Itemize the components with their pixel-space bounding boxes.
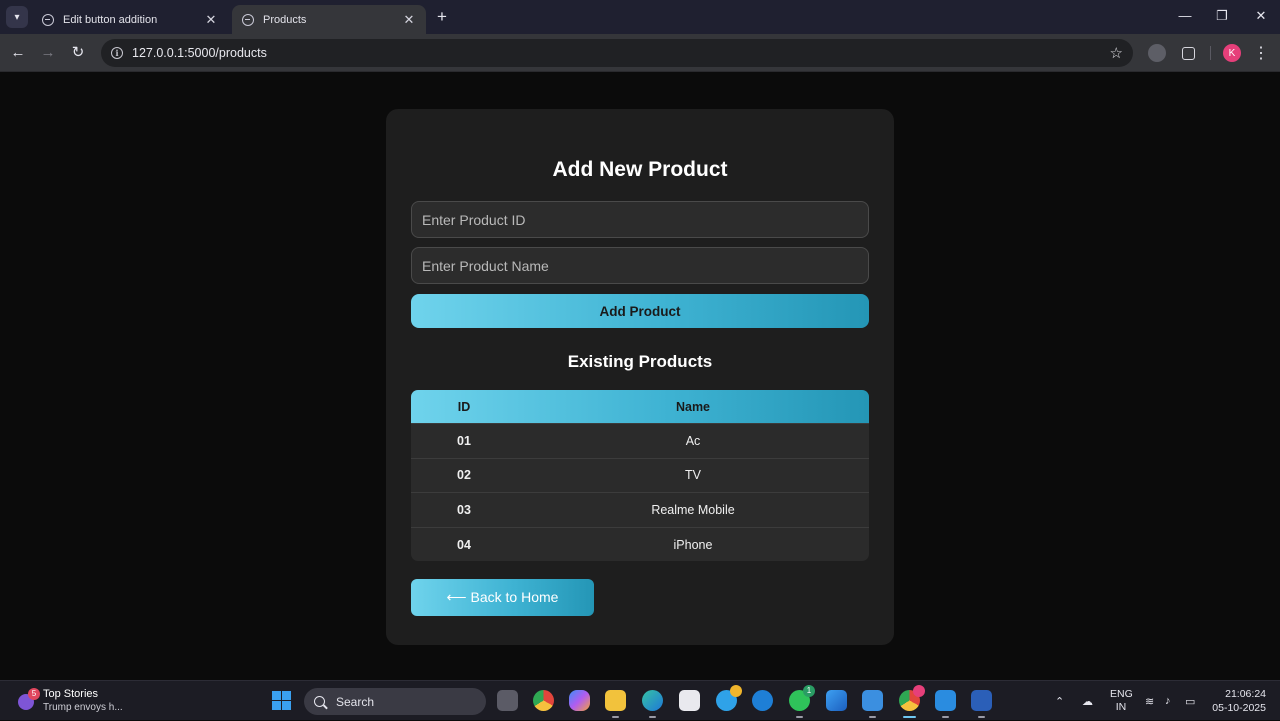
chrome-icon[interactable]: [533, 690, 554, 711]
cell-name: iPhone: [673, 537, 713, 552]
restore-button[interactable]: ❐: [1210, 6, 1234, 26]
close-tab-icon[interactable]: ✕: [402, 12, 416, 28]
product-card: Add New Product Add Product Existing Pro…: [386, 109, 894, 645]
cell-id: 02: [457, 468, 471, 483]
cell-id: 04: [457, 537, 471, 552]
windows-start-icon[interactable]: [272, 691, 291, 710]
cell-name: Realme Mobile: [651, 502, 735, 517]
whatsapp-badge: 1: [803, 685, 815, 697]
tab-title: Edit button addition: [63, 13, 158, 26]
browser-tab-strip: ▾ Edit button addition ✕ Products ✕ + — …: [0, 0, 1280, 34]
page-viewport: Add New Product Add Product Existing Pro…: [0, 72, 1280, 680]
site-info-icon[interactable]: i: [111, 47, 123, 59]
close-tab-icon[interactable]: ✕: [204, 12, 218, 28]
whatsapp-icon[interactable]: 1: [789, 685, 815, 718]
clock-date: 05-10-2025: [1212, 702, 1266, 714]
notepad-icon[interactable]: [862, 690, 883, 718]
taskbar: 5 Top Stories Trump envoys h... Search 1…: [0, 680, 1280, 720]
clock-time: 21:06:24: [1225, 688, 1266, 700]
tab-title: Products: [263, 13, 307, 26]
form-title: Add New Product: [552, 158, 728, 181]
cell-name: Ac: [685, 433, 701, 448]
cell-id: 03: [457, 502, 471, 517]
table-row: 03 Realme Mobile: [411, 492, 869, 527]
file-explorer-icon[interactable]: [605, 690, 626, 718]
vscode-icon[interactable]: [935, 690, 956, 718]
browser-toolbar: ← → ↻ i 127.0.0.1:5000/products ☆ K ⋮: [0, 34, 1280, 72]
news-title: Top Stories: [43, 688, 99, 700]
back-arrow-icon[interactable]: ←: [8, 43, 28, 63]
word-icon[interactable]: [971, 690, 992, 718]
onedrive-cloud-icon[interactable]: ☁: [1082, 681, 1093, 721]
volume-icon[interactable]: ♪: [1165, 681, 1171, 721]
wifi-icon[interactable]: ≋: [1145, 681, 1154, 721]
globe-icon: [242, 13, 254, 26]
help-icon[interactable]: [716, 685, 742, 711]
products-table: ID Name 01 Ac 02 TV 03 Realme Mobile 04 …: [411, 390, 869, 562]
table-row: 01 Ac: [411, 423, 869, 458]
region-code: IN: [1115, 701, 1127, 713]
hp-icon[interactable]: [752, 690, 773, 711]
show-hidden-icons-chevron[interactable]: ⌃: [1055, 681, 1064, 721]
bookmark-star-icon[interactable]: ☆: [1110, 44, 1123, 62]
news-subtitle: Trump envoys h...: [43, 702, 123, 713]
news-badge: 5: [28, 688, 40, 700]
toolbar-divider: [1210, 46, 1211, 60]
add-product-button[interactable]: Add Product: [411, 294, 869, 328]
chrome-active-icon[interactable]: [899, 685, 925, 718]
product-id-input[interactable]: [411, 201, 869, 238]
tab-edit-button-addition[interactable]: Edit button addition ✕: [32, 5, 228, 34]
table-header: ID Name: [411, 390, 869, 423]
chrome-profile-badge: [913, 685, 925, 697]
address-bar[interactable]: i 127.0.0.1:5000/products ☆: [101, 39, 1133, 67]
photos-icon[interactable]: [826, 690, 847, 711]
extensions-puzzle-icon[interactable]: [1179, 44, 1197, 62]
language-code: ENG: [1110, 688, 1133, 700]
back-to-home-button[interactable]: ⟵ Back to Home: [411, 579, 594, 616]
product-name-input[interactable]: [411, 247, 869, 284]
minimize-button[interactable]: —: [1173, 6, 1197, 26]
profile-avatar[interactable]: K: [1223, 44, 1241, 62]
cell-id: 01: [457, 433, 471, 448]
news-widget[interactable]: 5 Top Stories Trump envoys h...: [14, 686, 144, 716]
search-label: Search: [336, 694, 375, 709]
taskbar-search[interactable]: Search: [304, 688, 486, 715]
existing-products-title: Existing Products: [567, 352, 713, 371]
tab-products[interactable]: Products ✕: [232, 5, 426, 34]
language-indicator[interactable]: ENG IN: [1110, 688, 1133, 714]
cell-name: TV: [685, 468, 701, 483]
battery-icon[interactable]: ▭: [1185, 681, 1195, 721]
new-tab-button[interactable]: +: [432, 7, 452, 27]
url-text[interactable]: 127.0.0.1:5000/products: [132, 46, 1110, 60]
forward-arrow-icon[interactable]: →: [38, 43, 58, 63]
help-badge: [730, 685, 742, 697]
table-row: 04 iPhone: [411, 526, 869, 562]
copilot-icon[interactable]: [569, 690, 590, 711]
close-window-button[interactable]: ✕: [1249, 6, 1273, 26]
header-name: Name: [675, 399, 711, 414]
tab-search-button[interactable]: ▾: [6, 6, 28, 28]
table-row: 02 TV: [411, 457, 869, 493]
store-icon[interactable]: [679, 690, 700, 711]
menu-kebab-icon[interactable]: ⋮: [1252, 44, 1270, 62]
header-id: ID: [457, 399, 471, 414]
extension-icon[interactable]: [1148, 44, 1166, 62]
system-clock[interactable]: 21:06:24 05-10-2025: [1204, 687, 1266, 715]
task-view-icon[interactable]: [497, 690, 518, 711]
search-icon: [314, 696, 325, 707]
edge-icon[interactable]: [642, 690, 663, 718]
reload-icon[interactable]: ↻: [68, 43, 88, 63]
globe-icon: [42, 13, 54, 26]
